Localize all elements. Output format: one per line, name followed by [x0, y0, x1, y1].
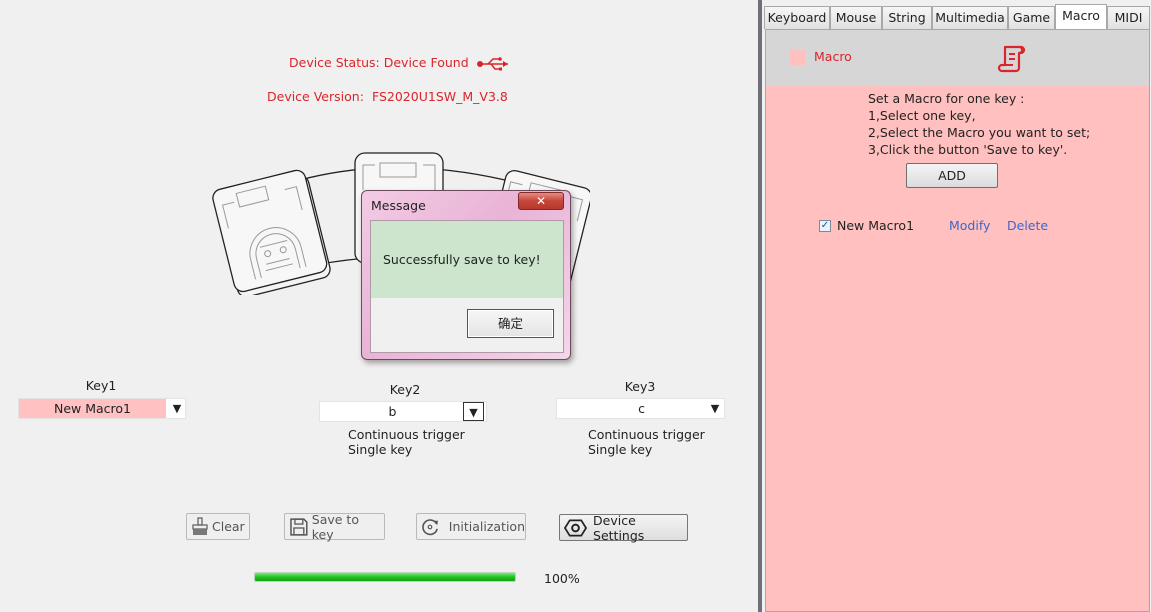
macro-name: New Macro1 [837, 218, 915, 233]
delete-link[interactable]: Delete [1007, 218, 1048, 233]
device-status: Device Status: Device Found [289, 55, 469, 70]
brush-icon [192, 516, 208, 535]
modify-link[interactable]: Modify [949, 218, 990, 233]
ok-button[interactable]: 确定 [467, 309, 554, 338]
device-settings-button[interactable]: Device Settings [559, 512, 688, 543]
dialog-message: Successfully save to key! [383, 252, 541, 267]
progress-fill [255, 573, 515, 581]
scroll-icon [997, 45, 1026, 73]
dialog-title: Message [371, 198, 426, 213]
floppy-disk-icon [290, 517, 308, 536]
key1-select[interactable]: New Macro1 ▼ [18, 398, 186, 419]
dialog-body: Successfully save to key! 确定 [370, 220, 564, 353]
device-version-value: FS2020U1SW_M_V3.8 [372, 89, 508, 104]
device-settings-label: Device Settings [593, 512, 645, 543]
tab-midi[interactable]: MIDI [1107, 6, 1150, 29]
initialization-label: Initialization [448, 519, 525, 534]
key3-key-mode: Single key [588, 442, 653, 457]
tab-mouse[interactable]: Mouse [830, 6, 882, 29]
chevron-down-icon[interactable]: ▼ [705, 399, 725, 418]
tab-multimedia[interactable]: Multimedia [932, 6, 1008, 29]
save-to-key-button[interactable]: Save to key [284, 511, 385, 542]
key2-key-mode: Single key [348, 442, 413, 457]
macro-color-swatch [790, 50, 805, 65]
macro-tab-panel: Macro Set a Macro for one key : 1,Select… [765, 29, 1150, 612]
nut-settings-icon [564, 518, 588, 537]
message-dialog: Message ✕ Successfully save to key! 确定 [361, 190, 571, 360]
progress-bar [254, 572, 516, 582]
key2-value: b [388, 404, 397, 419]
tab-game[interactable]: Game [1008, 6, 1055, 29]
tab-macro[interactable]: Macro [1055, 4, 1107, 30]
close-icon[interactable]: ✕ [518, 192, 564, 210]
key2-trigger-mode: Continuous trigger [348, 427, 465, 442]
macro-list-item: ✓ New Macro1 Modify Delete [819, 218, 1119, 234]
key3-label: Key3 [624, 379, 656, 394]
tab-keyboard[interactable]: Keyboard [764, 6, 830, 29]
key3-select[interactable]: c ▼ [556, 398, 725, 419]
chevron-down-icon[interactable]: ▼ [463, 402, 484, 421]
key2-select[interactable]: b ▼ [319, 401, 487, 422]
dialog-message-area: Successfully save to key! [371, 221, 563, 298]
main-pane: Device Status: Device Found Device Versi… [0, 0, 758, 612]
clear-label: Clear [212, 519, 245, 534]
side-panel: Keyboard Mouse String Multimedia Game Ma… [762, 0, 1151, 612]
add-macro-button[interactable]: ADD [906, 163, 998, 188]
clear-button[interactable]: Clear [186, 513, 250, 540]
initialization-button[interactable]: Initialization [416, 513, 526, 540]
macro-instructions: Set a Macro for one key : 1,Select one k… [868, 91, 1091, 157]
device-version-label: Device Version: [267, 89, 364, 104]
key3-value: c [638, 401, 645, 416]
pedal-1 [212, 169, 331, 295]
macro-checkbox[interactable]: ✓ [819, 220, 831, 232]
chevron-down-icon[interactable]: ▼ [167, 399, 187, 418]
progress-percent: 100% [544, 571, 580, 586]
key1-label: Key1 [85, 378, 117, 393]
save-label: Save to key [311, 511, 359, 542]
tab-string[interactable]: String [882, 6, 932, 29]
key1-value: New Macro1 [19, 399, 166, 418]
macro-header: Macro [766, 30, 1149, 86]
refresh-icon [422, 518, 439, 535]
macro-title: Macro [814, 49, 852, 64]
tab-bar: Keyboard Mouse String Multimedia Game Ma… [762, 4, 1151, 30]
key3-trigger-mode: Continuous trigger [588, 427, 705, 442]
usb-icon [477, 57, 508, 71]
key2-label: Key2 [389, 382, 421, 397]
